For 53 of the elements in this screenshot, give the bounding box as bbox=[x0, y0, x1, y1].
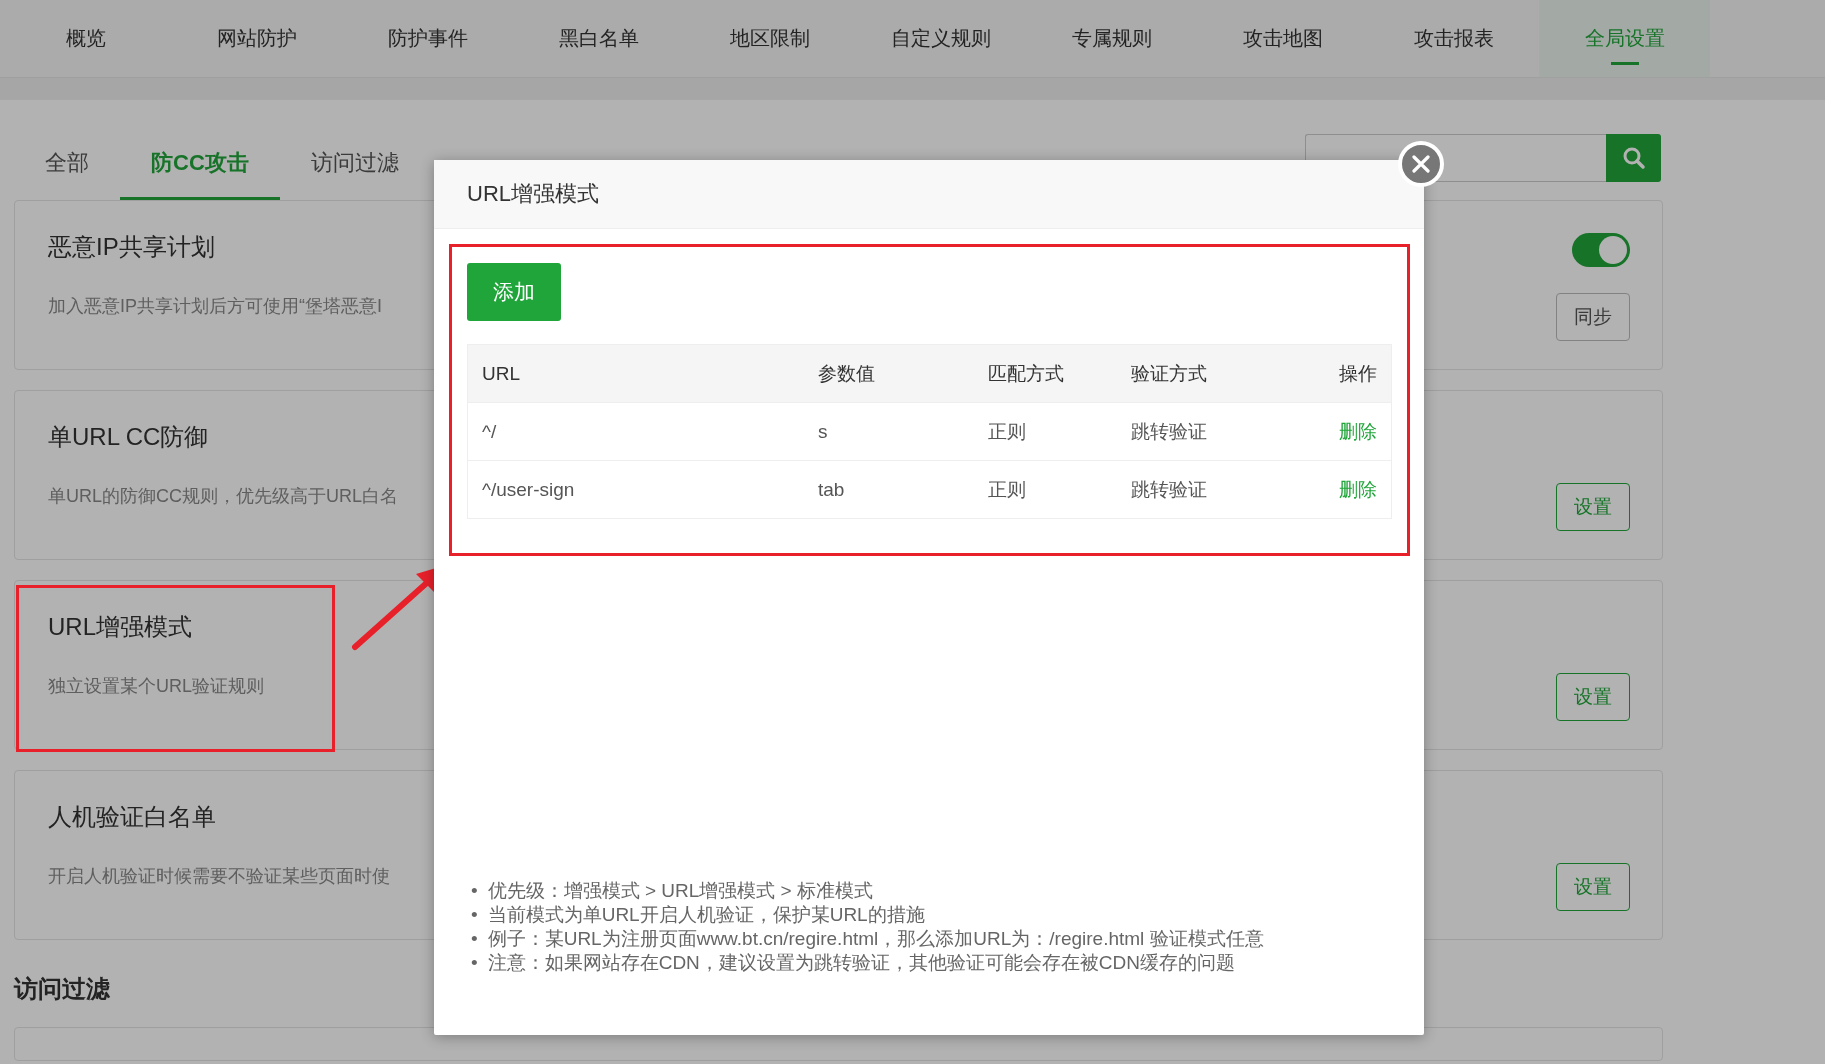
card-title: 单URL CC防御 bbox=[48, 422, 209, 452]
table-cell: ^/user-sign bbox=[467, 460, 804, 519]
nav-tab[interactable]: 地区限制 bbox=[684, 0, 855, 77]
modal-title: URL增强模式 bbox=[467, 180, 599, 208]
nav-tab[interactable]: 概览 bbox=[0, 0, 171, 77]
close-icon bbox=[1412, 155, 1430, 173]
column-header: 操作 bbox=[1273, 344, 1392, 403]
delete-link[interactable]: 删除 bbox=[1339, 420, 1377, 442]
table-cell: 跳转验证 bbox=[1117, 402, 1273, 461]
card-description: 开启人机验证时候需要不验证某些页面时使 bbox=[48, 865, 390, 888]
table-cell: 正则 bbox=[974, 402, 1117, 461]
card-button[interactable]: 同步 bbox=[1556, 293, 1630, 341]
note-item: 注意：如果网站存在CDN，建议设置为跳转验证，其他验证可能会存在被CDN缓存的问题 bbox=[487, 951, 1235, 975]
card-button[interactable]: 设置 bbox=[1556, 863, 1630, 911]
nav-tab[interactable]: 黑白名单 bbox=[513, 0, 684, 77]
list-bullet: • bbox=[471, 951, 478, 975]
add-button[interactable]: 添加 bbox=[467, 263, 561, 321]
card-title: 人机验证白名单 bbox=[48, 802, 216, 832]
nav-tab[interactable]: 自定义规则 bbox=[855, 0, 1026, 77]
note-item: 例子：某URL为注册页面www.bt.cn/regire.html，那么添加URL为：/regire.html 验证模式任意 bbox=[487, 927, 1264, 951]
nav-tab[interactable]: 攻击报表 bbox=[1368, 0, 1539, 77]
table-cell: tab bbox=[804, 460, 974, 519]
list-bullet: • bbox=[471, 903, 478, 927]
nav-tab[interactable]: 专属规则 bbox=[1026, 0, 1197, 77]
table-cell: s bbox=[804, 402, 974, 461]
card-description: 单URL的防御CC规则，优先级高于URL白名 bbox=[48, 485, 398, 508]
card-description: 加入恶意IP共享计划后方可使用“堡塔恶意I bbox=[48, 295, 382, 318]
search-icon bbox=[1621, 146, 1646, 170]
column-header: 参数值 bbox=[804, 344, 974, 403]
sub-tab[interactable]: 全部 bbox=[14, 128, 120, 200]
nav-tab[interactable]: 防护事件 bbox=[342, 0, 513, 77]
table-cell: ^/ bbox=[467, 402, 804, 461]
search-button[interactable] bbox=[1606, 134, 1661, 182]
section-heading: 访问过滤 bbox=[14, 974, 111, 1004]
list-bullet: • bbox=[471, 879, 478, 903]
card-title: 恶意IP共享计划 bbox=[48, 232, 215, 262]
column-header: 验证方式 bbox=[1117, 344, 1273, 403]
card-button[interactable]: 设置 bbox=[1556, 483, 1630, 531]
table-cell: 跳转验证 bbox=[1117, 460, 1273, 519]
card-description: 独立设置某个URL验证规则 bbox=[48, 675, 264, 698]
nav-tab[interactable]: 攻击地图 bbox=[1197, 0, 1368, 77]
table-cell: 正则 bbox=[974, 460, 1117, 519]
list-bullet: • bbox=[471, 927, 478, 951]
note-item: 优先级：增强模式 > URL增强模式 > 标准模式 bbox=[487, 879, 873, 903]
card-title: URL增强模式 bbox=[48, 612, 192, 642]
toggle-switch[interactable] bbox=[1572, 233, 1630, 267]
note-item: 当前模式为单URL开启人机验证，保护某URL的措施 bbox=[487, 903, 925, 927]
column-header: URL bbox=[467, 344, 804, 403]
card-button[interactable]: 设置 bbox=[1556, 673, 1630, 721]
nav-tab[interactable]: 网站防护 bbox=[171, 0, 342, 77]
sub-tab[interactable]: 访问过滤 bbox=[279, 128, 430, 200]
delete-link[interactable]: 删除 bbox=[1339, 478, 1377, 500]
column-header: 匹配方式 bbox=[974, 344, 1117, 403]
